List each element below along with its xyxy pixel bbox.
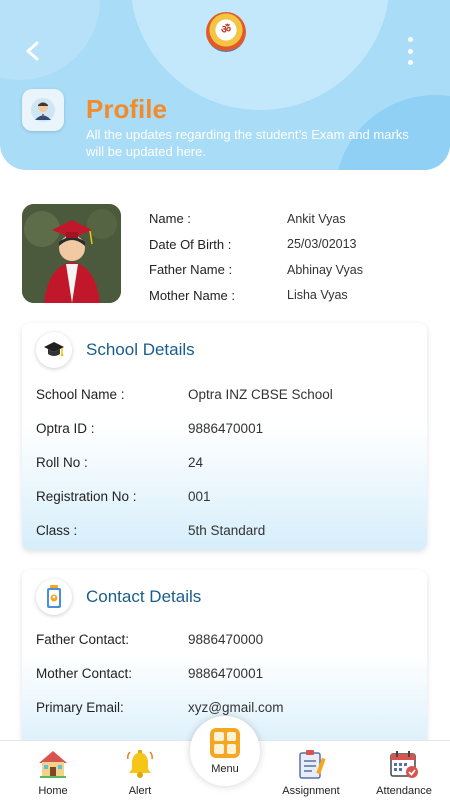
school-details-rows: School Name : Optra INZ CBSE School Optra … <box>36 378 416 547</box>
school-detail-row: Optra ID : 9886470001 <box>36 412 416 446</box>
school-detail-row: Roll No : 24 <box>36 446 416 480</box>
name-value: Ankit Vyas <box>287 211 346 226</box>
contact-detail-label: Mother Contact: <box>36 666 133 682</box>
nav-home[interactable]: Home <box>18 747 88 797</box>
menu-label: Menu <box>211 762 239 775</box>
nav-attendance-label: Attendance <box>376 785 432 797</box>
nav-home-label: Home <box>38 785 68 797</box>
school-details-card: School Details School Name : Optra INZ CB… <box>22 323 427 550</box>
school-detail-label: Class : <box>36 522 78 538</box>
calendar-icon <box>387 747 421 781</box>
school-detail-row: Registration No : 001 <box>36 479 416 513</box>
student-info: Name : Ankit Vyas Date Of Birth : 25/03/… <box>149 206 429 308</box>
assignment-icon <box>294 747 328 781</box>
nav-alert[interactable]: Alert <box>105 747 175 797</box>
school-detail-value: 001 <box>188 488 211 504</box>
school-detail-label: Roll No : <box>36 454 88 470</box>
student-photo <box>22 204 121 303</box>
school-detail-row: School Name : Optra INZ CBSE School <box>36 378 416 412</box>
page-title: Profile <box>86 94 167 124</box>
dob-value: 25/03/02013 <box>287 237 357 252</box>
nav-attendance[interactable]: Attendance <box>366 747 442 797</box>
school-detail-row: Class : 5th Standard <box>36 513 416 547</box>
school-detail-value: 9886470001 <box>188 421 264 437</box>
graduation-cap-icon <box>36 332 72 368</box>
contact-detail-label: Primary Email: <box>36 699 124 715</box>
contact-detail-value: xyz@gmail.com <box>188 699 284 715</box>
contact-detail-value: 9886470000 <box>188 632 264 648</box>
school-logo: ॐ <box>206 12 246 52</box>
menu-grid-icon <box>210 727 240 758</box>
home-icon <box>36 747 70 781</box>
page-subtitle: All the updates regarding the student’s … <box>86 127 409 159</box>
school-detail-label: School Name : <box>36 387 125 403</box>
contact-details-rows: Father Contact: 9886470000 Mother Contact:… <box>36 623 416 724</box>
contact-detail-row: Father Contact: 9886470000 <box>36 623 416 657</box>
student-avatar-icon-box <box>22 89 64 131</box>
info-row-father: Father Name : Abhinay Vyas <box>149 257 429 283</box>
contact-detail-label: Father Contact: <box>36 632 130 648</box>
logo-om-glyph: ॐ <box>220 24 232 36</box>
student-graduate-illustration <box>22 204 121 303</box>
info-row-name: Name : Ankit Vyas <box>149 206 429 232</box>
school-detail-value: 5th Standard <box>188 522 266 538</box>
mother-name-label: Mother Name : <box>149 287 235 303</box>
back-arrow-icon <box>26 41 39 61</box>
more-vertical-icon <box>407 37 413 42</box>
nav-assignment-label: Assignment <box>282 785 340 797</box>
info-row-mother: Mother Name : Lisha Vyas <box>149 283 429 309</box>
nav-assignment[interactable]: Assignment <box>273 747 349 797</box>
school-detail-value: 24 <box>188 454 204 470</box>
header-decoration <box>130 0 390 110</box>
father-name-label: Father Name : <box>149 262 233 278</box>
bell-icon <box>123 747 157 781</box>
school-detail-label: Registration No : <box>36 488 137 504</box>
back-button[interactable] <box>18 36 48 66</box>
dob-label: Date Of Birth : <box>149 236 232 252</box>
contact-detail-row: Mother Contact: 9886470001 <box>36 657 416 691</box>
student-avatar-icon <box>31 98 55 122</box>
name-label: Name : <box>149 211 191 227</box>
contact-id-badge-icon <box>36 579 72 615</box>
contact-details-title: Contact Details <box>86 587 202 606</box>
school-details-title: School Details <box>86 340 195 359</box>
nav-alert-label: Alert <box>128 785 152 797</box>
info-row-dob: Date Of Birth : 25/03/02013 <box>149 232 429 258</box>
school-detail-value: Optra INZ CBSE School <box>188 387 333 403</box>
school-detail-label: Optra ID : <box>36 421 95 437</box>
contact-detail-value: 9886470001 <box>188 666 264 682</box>
menu-button[interactable]: Menu <box>190 716 260 786</box>
header-decoration <box>0 0 100 80</box>
more-options-button[interactable] <box>398 34 422 68</box>
father-name-value: Abhinay Vyas <box>287 262 363 277</box>
mother-name-value: Lisha Vyas <box>287 288 348 303</box>
